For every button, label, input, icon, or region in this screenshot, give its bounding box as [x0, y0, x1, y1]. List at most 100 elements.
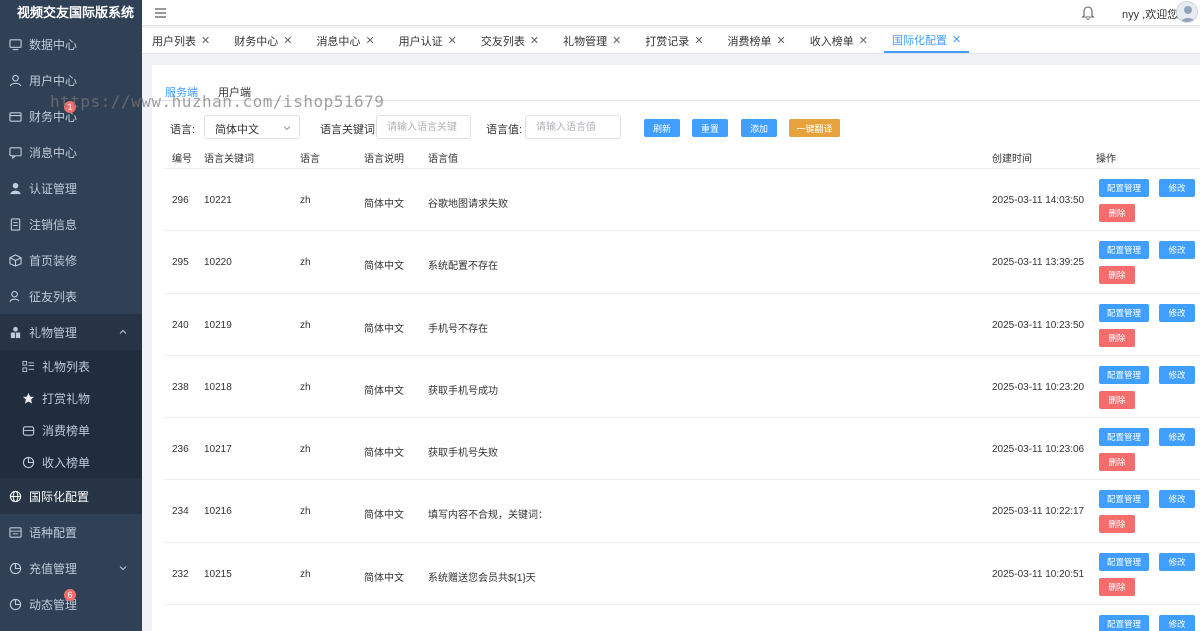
close-icon[interactable]: ✕ [859, 34, 868, 47]
edit-button[interactable]: 修改 [1159, 490, 1195, 509]
cell-id: 234 [172, 506, 189, 518]
close-icon[interactable]: ✕ [694, 34, 703, 47]
close-icon[interactable]: ✕ [952, 33, 961, 46]
avatar[interactable] [1176, 1, 1198, 23]
close-icon[interactable]: ✕ [448, 34, 457, 47]
tab-i18n-config[interactable]: 国际化配置 ✕ [883, 28, 970, 53]
cell-language: zh [300, 444, 311, 456]
sidebar-item-friend-list[interactable]: 征友列表 [0, 278, 142, 314]
sidebar-item-gift-manage[interactable]: 礼物管理 [0, 314, 142, 350]
config-manage-button[interactable]: 配置管理 [1099, 428, 1149, 447]
person-icon [9, 182, 22, 195]
table-row: 238 10218 zh 简体中文 获取手机号成功 2025-03-11 10:23:20… [164, 356, 1200, 419]
sidebar-item-message-center[interactable]: 消息中心 [0, 134, 142, 170]
tab-friend-list[interactable]: 交友列表 ✕ [473, 28, 547, 53]
reset-button[interactable]: 重置 [692, 119, 728, 137]
config-manage-button[interactable]: 配置管理 [1099, 179, 1149, 197]
delete-button[interactable]: 删除 [1099, 328, 1135, 347]
cell-key: 10219 [204, 319, 232, 331]
sidebar-item-cancel-info[interactable]: 注销信息 [0, 206, 142, 242]
cell-created-time: 2025-03-11 10:22:17 [992, 506, 1085, 518]
edit-button[interactable]: 修改 [1159, 179, 1195, 197]
document-icon [9, 217, 22, 231]
sidebar-item-label: 消息中心 [29, 145, 78, 160]
edit-button[interactable]: 修改 [1159, 428, 1195, 447]
delete-button[interactable]: 删除 [1099, 453, 1135, 472]
sidebar-subitem-gift-list[interactable]: 礼物列表 [0, 350, 142, 382]
delete-button[interactable]: 删除 [1099, 390, 1135, 409]
close-icon[interactable]: ✕ [365, 34, 374, 47]
cell-value: 手机号不存在 [428, 323, 488, 335]
sidebar-item-dynamic-manage[interactable]: 动态管理 6 [0, 586, 142, 622]
user-icon [9, 74, 22, 87]
cell-key: 10216 [204, 506, 232, 518]
add-button[interactable]: 添加 [741, 119, 777, 137]
sidebar-item-data-center[interactable]: 数据中心 [0, 26, 142, 62]
close-icon[interactable]: ✕ [201, 34, 210, 47]
cell-description: 简体中文 [364, 448, 404, 460]
sidebar-item-language-config[interactable]: 语种配置 [0, 514, 142, 550]
tab-label: 用户列表 [152, 35, 196, 48]
config-manage-button[interactable]: 配置管理 [1099, 303, 1149, 322]
refresh-button[interactable]: 刷新 [644, 119, 680, 137]
sidebar-item-home-decor[interactable]: 首页装修 [0, 242, 142, 278]
sidebar-item-i18n-config[interactable]: 国际化配置 [0, 478, 142, 514]
sidebar-item-label: 充值管理 [29, 561, 78, 576]
tab-finance-center[interactable]: 财务中心 ✕ [226, 28, 300, 53]
sidebar-item-label: 语种配置 [29, 525, 78, 540]
bell-icon[interactable] [1080, 5, 1096, 21]
cell-id: 236 [172, 444, 189, 456]
cell-description: 简体中文 [364, 261, 404, 273]
delete-button[interactable]: 删除 [1099, 515, 1135, 534]
config-manage-button[interactable]: 配置管理 [1099, 552, 1149, 571]
close-icon[interactable]: ✕ [612, 34, 621, 47]
delete-button[interactable]: 删除 [1099, 204, 1135, 222]
column-header: 操作 [1096, 154, 1116, 165]
tab-bar: 用户列表 ✕ 财务中心 ✕ 消息中心 ✕ 用户认证 ✕ 交友列表 ✕ 礼物管理 ✕ 打赏记录… [142, 28, 1200, 54]
tab-label: 消息中心 [316, 35, 361, 48]
sidebar-subitem-reward-gift[interactable]: 打赏礼物 [0, 382, 142, 414]
language-select[interactable]: 简体中文 [204, 115, 300, 139]
delete-button[interactable]: 删除 [1099, 577, 1135, 596]
tab-income-rank[interactable]: 收入榜单 ✕ [802, 28, 876, 53]
tab-consume-rank[interactable]: 消费榜单 ✕ [720, 28, 794, 53]
keyword-label: 语言关键词: [320, 124, 379, 136]
delete-button[interactable]: 删除 [1099, 266, 1135, 285]
edit-button[interactable]: 修改 [1159, 241, 1195, 260]
edit-button[interactable]: 修改 [1159, 365, 1195, 384]
config-manage-button[interactable]: 配置管理 [1099, 490, 1149, 509]
tab-gift-manage[interactable]: 礼物管理 ✕ [555, 28, 629, 53]
tab-label: 收入榜单 [809, 35, 854, 48]
edit-button[interactable]: 修改 [1159, 552, 1195, 571]
edit-button[interactable]: 修改 [1159, 303, 1195, 322]
keyword-input[interactable] [376, 115, 471, 139]
close-icon[interactable]: ✕ [777, 34, 786, 47]
translate-button[interactable]: 一键翻译 [789, 119, 840, 137]
sidebar-item-recharge-manage[interactable]: 充值管理 [0, 550, 142, 586]
close-icon[interactable]: ✕ [283, 34, 292, 47]
sidebar-item-label: 礼物管理 [29, 325, 78, 340]
cell-created-time: 2025-03-11 14:03:50 [992, 195, 1085, 206]
tab-reward-record[interactable]: 打赏记录 ✕ [637, 28, 711, 53]
sidebar-subitem-income-rank[interactable]: 收入榜单 [0, 446, 142, 478]
config-manage-button[interactable]: 配置管理 [1099, 615, 1149, 631]
hamburger-icon[interactable] [154, 6, 168, 20]
app-root: 视频交友国际版系统 数据中心 用户中心 财务中心 1 消息中心 认证管理 注销信… [0, 0, 1200, 631]
chevron-down-icon [283, 126, 291, 131]
sidebar-subitem-consume-rank[interactable]: 消费榜单 [0, 414, 142, 446]
tab-user-auth[interactable]: 用户认证 ✕ [391, 28, 465, 53]
cell-id: 232 [172, 568, 189, 580]
tab-user-list[interactable]: 用户列表 ✕ [144, 28, 218, 53]
edit-button[interactable]: 修改 [1159, 615, 1195, 631]
close-icon[interactable]: ✕ [530, 34, 539, 47]
sidebar-item-auth-manage[interactable]: 认证管理 [0, 170, 142, 206]
tab-message-center[interactable]: 消息中心 ✕ [308, 28, 382, 53]
gift-person-icon [9, 326, 22, 339]
config-manage-button[interactable]: 配置管理 [1099, 241, 1149, 260]
table-row: 234 10216 zh 简体中文 填写内容不合规，关键词： 2025-03-11 10:… [164, 480, 1200, 543]
cell-id: 295 [172, 257, 189, 269]
config-manage-button[interactable]: 配置管理 [1099, 365, 1149, 384]
value-input[interactable] [525, 115, 621, 139]
sidebar-item-label: 国际化配置 [29, 489, 90, 504]
message-icon [9, 146, 22, 159]
